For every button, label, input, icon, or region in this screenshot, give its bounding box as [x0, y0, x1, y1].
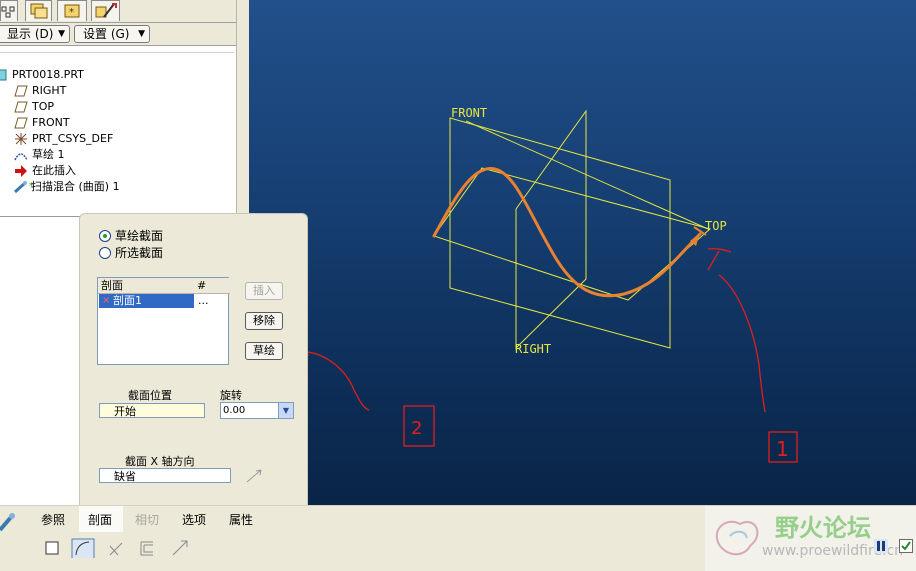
model-tree: PRT0018.PRT RIGHT TOP FRONT PRT_CSYS_DEF…: [0, 46, 236, 217]
sketch-button[interactable]: 草绘: [245, 342, 283, 360]
settings-menu-label: 设置 (G): [83, 27, 130, 41]
cut-icon[interactable]: [106, 538, 126, 558]
tree-item-label: PRT0018.PRT: [12, 68, 84, 81]
tree-item-label: 在此插入: [32, 164, 76, 177]
confirm-checkmark-icon[interactable]: [899, 539, 913, 553]
display-menu-button[interactable]: 显示 (D) ▼: [0, 25, 70, 43]
display-menu-label: 显示 (D): [7, 27, 54, 41]
surface-icon[interactable]: [71, 538, 95, 558]
pause-icon[interactable]: [874, 539, 888, 553]
flip-icon[interactable]: [170, 538, 190, 558]
folder-browser-tab[interactable]: [25, 0, 52, 21]
tree-item-label: TOP: [32, 100, 55, 113]
folder-icon: [30, 3, 48, 19]
tab-tangency[interactable]: 相切: [135, 513, 159, 527]
tree-item-label: RIGHT: [32, 84, 67, 97]
dropdown-arrow-icon: ▼: [138, 29, 145, 39]
datum-plane-front: [449, 117, 671, 349]
thicken-icon[interactable]: [138, 538, 158, 558]
radio-selected-label: 所选截面: [115, 246, 164, 260]
svg-text:*: *: [69, 7, 74, 18]
tree-icon: [1, 6, 15, 18]
solid-icon[interactable]: [43, 538, 63, 558]
datum-plane-icon: [14, 100, 28, 114]
part-icon: [0, 68, 8, 82]
model-tree-tab[interactable]: [0, 0, 18, 21]
section-name: 剖面1: [113, 294, 142, 307]
right-plane-label: RIGHT: [515, 342, 551, 356]
tab-options[interactable]: 选项: [182, 513, 206, 527]
watermark-title: 野火论坛: [775, 514, 871, 542]
swept-blend-icon: [13, 180, 28, 194]
table-row[interactable]: × 剖面1 ...: [99, 294, 228, 308]
section-marker-icon: ×: [102, 295, 111, 306]
model-graphics: FRONT TOP RIGHT 1 2: [288, 106, 798, 463]
rotation-value: 0.00: [223, 405, 246, 416]
tree-item-label: FRONT: [32, 116, 70, 129]
coordinate-system-icon: [14, 132, 28, 146]
connections-tab[interactable]: [91, 0, 120, 21]
section-position-field[interactable]: 开始: [99, 403, 205, 418]
annotation-label-1: 1: [776, 437, 789, 461]
top-plane-label: TOP: [705, 219, 727, 233]
settings-menu-button[interactable]: 设置 (G) ▼: [74, 25, 150, 43]
sections-table: 剖面 # × 剖面1 ...: [97, 277, 230, 365]
tree-item-label: PRT_CSYS_DEF: [32, 132, 114, 145]
swept-blend-tool-icon: [0, 513, 15, 532]
front-plane-label: FRONT: [451, 106, 487, 120]
section-panel: 草绘截面 所选截面 剖面 # × 剖面1 ... 插入 移除 草绘 截面位置 开…: [79, 213, 308, 507]
datum-plane-icon: [14, 116, 28, 130]
graphics-viewport[interactable]: FRONT TOP RIGHT 1 2: [249, 0, 916, 505]
section-xaxis-field[interactable]: 缺省: [99, 468, 231, 483]
sketch-icon: [14, 148, 28, 162]
section-value-cell: ...: [198, 294, 209, 307]
dropdown-arrow-icon: ▼: [58, 29, 65, 39]
dashboard-bar: 参照 剖面 相切 选项 属性 野火论坛 www.proewildfire.cn: [0, 505, 916, 571]
radio-sketched-label: 草绘截面: [115, 229, 164, 243]
sweep-trajectory-curve: [432, 166, 702, 298]
insert-arrow-icon: [14, 164, 28, 178]
rotation-select[interactable]: 0.00 ▼: [220, 402, 294, 419]
rotation-label: 旋转: [220, 389, 242, 402]
tab-properties[interactable]: 属性: [229, 513, 253, 527]
section-name-cell: × 剖面1: [99, 294, 194, 308]
radio-sketched-section[interactable]: [99, 230, 111, 242]
xaxis-direction-icon[interactable]: [244, 467, 266, 485]
tab-references[interactable]: 参照: [41, 513, 65, 527]
tree-menu-bar: 显示 (D) ▼ 设置 (G) ▼: [0, 23, 236, 46]
column-header-section: 剖面: [98, 278, 198, 294]
insert-button[interactable]: 插入: [245, 282, 283, 300]
datum-line: [465, 120, 709, 230]
tree-item-label: 草绘 1: [32, 148, 65, 161]
section-position-label: 截面位置: [128, 389, 172, 402]
annotation-label-2: 2: [411, 418, 422, 439]
chevron-down-icon[interactable]: ▼: [278, 403, 293, 418]
section-xaxis-label: 截面 X 轴方向: [125, 455, 195, 468]
datum-plane-icon: [14, 84, 28, 98]
remove-button[interactable]: 移除: [245, 312, 283, 330]
tree-divider: [0, 52, 234, 65]
radio-selected-section[interactable]: [99, 247, 111, 259]
tree-scrollbar[interactable]: [236, 0, 249, 215]
connections-icon: [95, 3, 117, 18]
annotation-arrow-1: [707, 248, 766, 413]
column-header-number: #: [195, 278, 230, 294]
navigator-tab-strip: *: [0, 0, 236, 23]
tab-sections[interactable]: 剖面: [88, 513, 112, 527]
favorites-icon: *: [64, 4, 80, 18]
feature-star-icon: *: [29, 181, 34, 192]
tree-item-label: 扫描混合 (曲面) 1: [31, 180, 120, 193]
favorites-tab[interactable]: *: [57, 0, 87, 21]
